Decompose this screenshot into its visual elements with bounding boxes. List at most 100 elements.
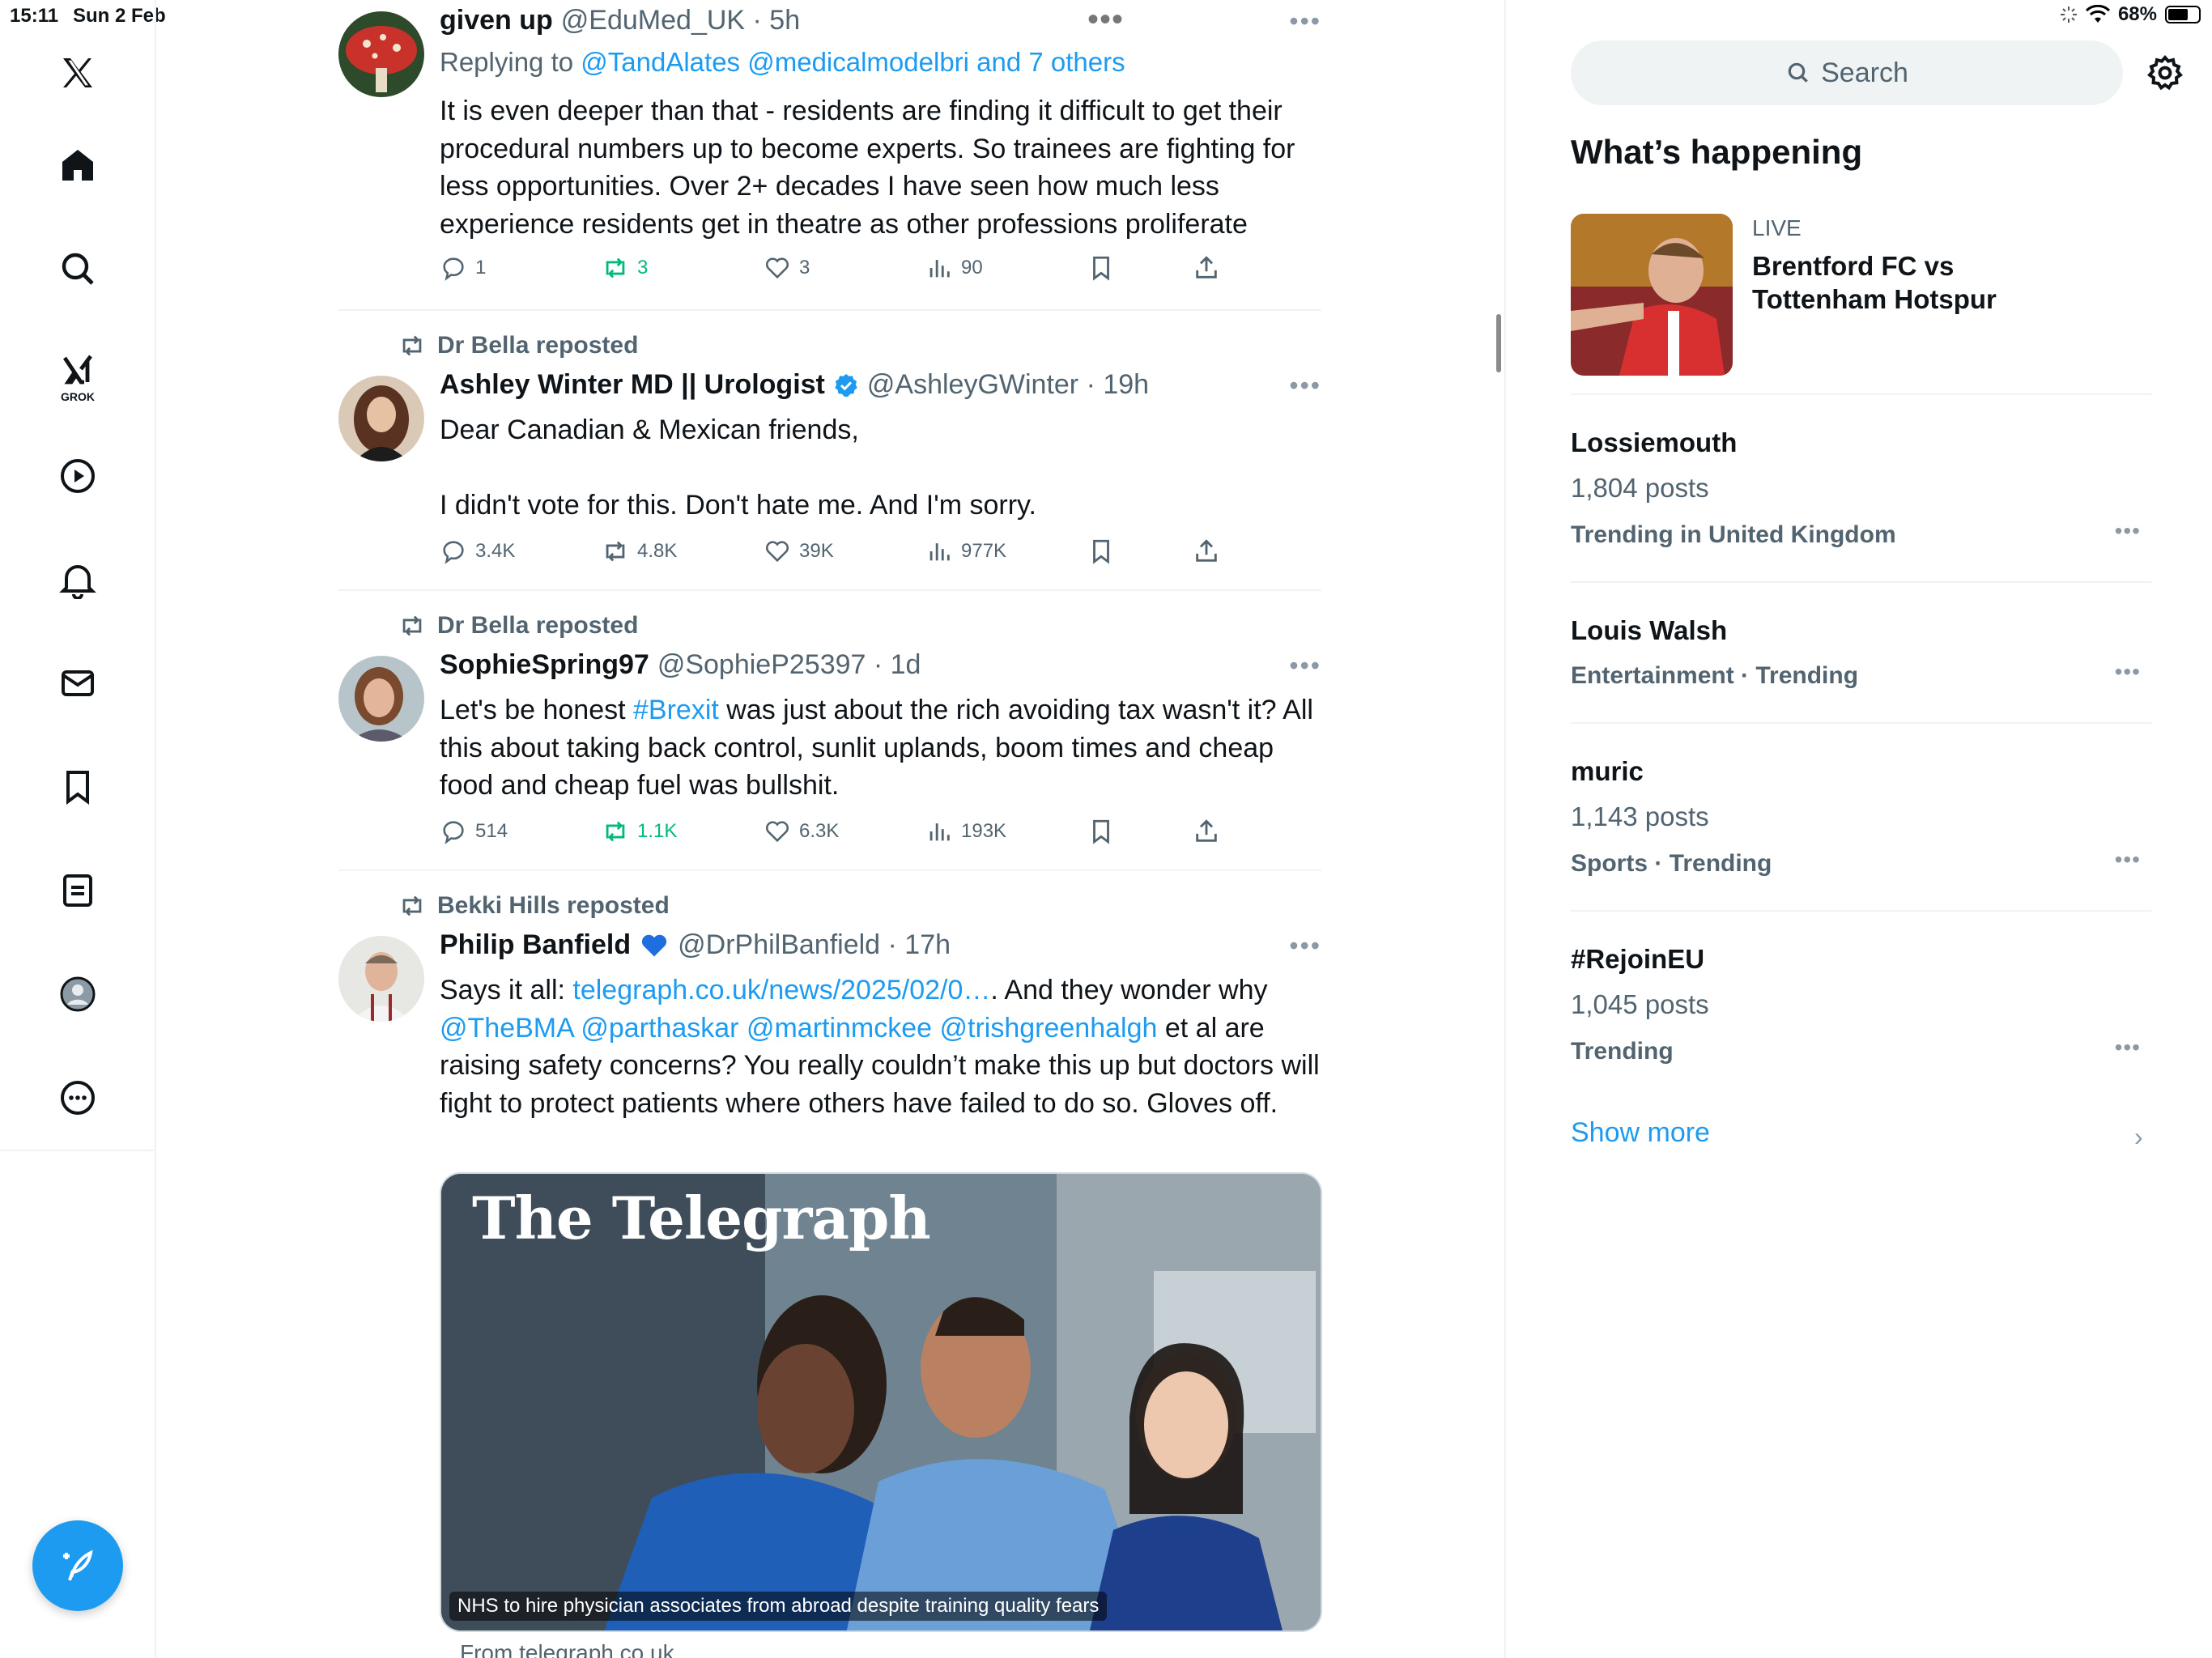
trend-more-icon[interactable]: •••: [2115, 1035, 2141, 1061]
author-handle[interactable]: @SophieP25397 · 1d: [657, 649, 921, 681]
replying-mentions[interactable]: @TandAlates @medicalmodelbri and 7 other…: [581, 47, 1125, 77]
share-icon: [1196, 256, 1217, 278]
compose-feather-icon: [63, 1550, 93, 1581]
live-event-card[interactable]: LIVE Brentford FC vs Tottenham Hotspur: [1571, 214, 2152, 395]
article-link[interactable]: telegraph.co.uk/news/2025/02/0…: [572, 975, 990, 1005]
bookmarks-icon[interactable]: [47, 756, 108, 818]
chevron-right-icon[interactable]: ›: [2134, 1122, 2143, 1152]
repost-button[interactable]: 4.8K: [602, 538, 677, 565]
trend-meta: Trending in United Kingdom: [1571, 521, 1896, 548]
author-name[interactable]: SophieSpring97: [440, 649, 649, 681]
author-name[interactable]: given up: [440, 5, 553, 36]
view-count: 193K: [961, 820, 1007, 842]
reply-button[interactable]: 514: [440, 818, 508, 845]
avatar[interactable]: [338, 11, 424, 97]
share-button[interactable]: [1193, 538, 1220, 565]
repost-count: 3: [637, 257, 649, 278]
reply-button[interactable]: 3.4K: [440, 538, 515, 565]
hashtag-link[interactable]: #Brexit: [633, 695, 719, 725]
like-button[interactable]: 3: [764, 254, 810, 282]
reply-icon: [443, 257, 464, 281]
trend-item[interactable]: #RejoinEU 1,045 posts Trending •••: [1571, 912, 2152, 1095]
avatar[interactable]: [338, 376, 424, 461]
left-nav: GROK: [0, 0, 156, 1658]
timeline: ••• given up @EduMed_UK · 5h ••• Replyin…: [338, 0, 1322, 1658]
tweet-text: Let's be honest #Brexit was just about t…: [440, 691, 1322, 805]
tweet-more-icon[interactable]: •••: [1289, 651, 1321, 681]
tweet[interactable]: Dr Bella reposted SophieSpring97 @Sophie…: [338, 591, 1321, 871]
replying-prefix: Replying to: [440, 47, 574, 77]
card-headline: NHS to hire physician associates from ab…: [449, 1592, 1108, 1621]
trend-more-icon[interactable]: •••: [2115, 847, 2141, 873]
live-tag: LIVE: [1752, 215, 1802, 240]
tweet-text: It is even deeper than that - residents …: [440, 96, 1295, 240]
repost-attribution-text[interactable]: Dr Bella reposted: [437, 332, 638, 359]
views-button[interactable]: 977K: [925, 538, 1006, 565]
view-count: 90: [961, 257, 983, 278]
tweet-more-icon[interactable]: •••: [1289, 931, 1321, 961]
tweet-actions: 1 3 3 90: [440, 254, 1249, 287]
avatar[interactable]: [338, 936, 424, 1022]
repost-button[interactable]: 3: [602, 254, 648, 282]
share-icon: [1196, 819, 1217, 842]
profile-avatar-icon[interactable]: [47, 963, 108, 1025]
tweet-text: Says it all: telegraph.co.uk/news/2025/0…: [440, 971, 1322, 1122]
trend-item[interactable]: muric 1,143 posts Sports · Trending •••: [1571, 724, 2152, 912]
video-play-icon[interactable]: [47, 445, 108, 507]
tweet-header: SophieSpring97 @SophieP25397 · 1d: [440, 649, 921, 681]
bookmark-button[interactable]: [1087, 538, 1115, 565]
author-name[interactable]: Philip Banfield: [440, 929, 631, 961]
trend-item[interactable]: Louis Walsh Entertainment · Trending •••: [1571, 583, 2152, 724]
repost-attribution-text[interactable]: Bekki Hills reposted: [437, 892, 670, 920]
bookmark-button[interactable]: [1087, 818, 1115, 845]
share-button[interactable]: [1193, 254, 1220, 282]
trend-item[interactable]: Lossiemouth 1,804 posts Trending in Unit…: [1571, 395, 2152, 583]
tweet-header: Ashley Winter MD || Urologist @AshleyGWi…: [440, 369, 1149, 401]
trend-posts: 1,804 posts: [1571, 473, 1709, 503]
tweet-header: given up @EduMed_UK · 5h: [440, 5, 800, 36]
explore-search-icon[interactable]: [47, 238, 108, 300]
reply-button[interactable]: 1: [440, 254, 486, 282]
repost-attribution-text[interactable]: Dr Bella reposted: [437, 612, 638, 640]
tweet[interactable]: Dr Bella reposted Ashley Winter MD || Ur…: [338, 311, 1321, 591]
repost-icon: [402, 895, 422, 916]
compose-post-button[interactable]: [32, 1520, 123, 1611]
author-handle[interactable]: @EduMed_UK · 5h: [561, 5, 800, 36]
views-button[interactable]: 193K: [925, 818, 1006, 845]
trend-more-icon[interactable]: •••: [2115, 659, 2141, 685]
share-button[interactable]: [1193, 818, 1220, 845]
link-preview-card[interactable]: The Telegraph NHS to hire physician asso…: [440, 1172, 1322, 1632]
author-handle[interactable]: @AshleyGWinter · 19h: [867, 369, 1149, 401]
tweet-more-icon[interactable]: •••: [1289, 6, 1321, 36]
author-name[interactable]: Ashley Winter MD || Urologist: [440, 369, 825, 401]
trend-meta: Trending: [1571, 1038, 1674, 1065]
lists-icon[interactable]: [47, 860, 108, 921]
trend-name: Louis Walsh: [1571, 615, 1728, 645]
notifications-bell-icon[interactable]: [47, 549, 108, 610]
repost-button[interactable]: 1.1K: [602, 818, 677, 845]
views-button[interactable]: 90: [925, 254, 983, 282]
trend-more-icon[interactable]: •••: [2115, 518, 2141, 544]
search-input[interactable]: Search: [1571, 40, 2123, 105]
bookmark-button[interactable]: [1087, 254, 1115, 282]
like-button[interactable]: 6.3K: [764, 818, 839, 845]
tweet-actions: 3.4K 4.8K 39K 977K: [440, 538, 1249, 570]
timeline-scrollbar[interactable]: [1496, 314, 1501, 372]
tweet[interactable]: given up @EduMed_UK · 5h ••• Replying to…: [338, 0, 1321, 311]
grok-icon[interactable]: GROK: [47, 338, 108, 403]
like-count: 39K: [799, 540, 834, 562]
mention-links[interactable]: @TheBMA @parthaskar @martinmckee @trishg…: [440, 1013, 1157, 1044]
author-handle[interactable]: @DrPhilBanfield · 17h: [678, 929, 951, 961]
show-more-link[interactable]: Show more: [1571, 1117, 1710, 1149]
settings-gear-icon[interactable]: [2146, 53, 2184, 92]
messages-envelope-icon[interactable]: [47, 653, 108, 714]
more-options-icon[interactable]: [47, 1067, 108, 1129]
home-icon[interactable]: [47, 134, 108, 196]
trend-meta: Entertainment · Trending: [1571, 662, 1859, 689]
reply-count: 3.4K: [475, 540, 516, 562]
x-logo-icon[interactable]: [47, 42, 108, 104]
repost-icon: [402, 615, 422, 636]
like-button[interactable]: 39K: [764, 538, 834, 565]
avatar[interactable]: [338, 656, 424, 742]
tweet-more-icon[interactable]: •••: [1289, 371, 1321, 401]
